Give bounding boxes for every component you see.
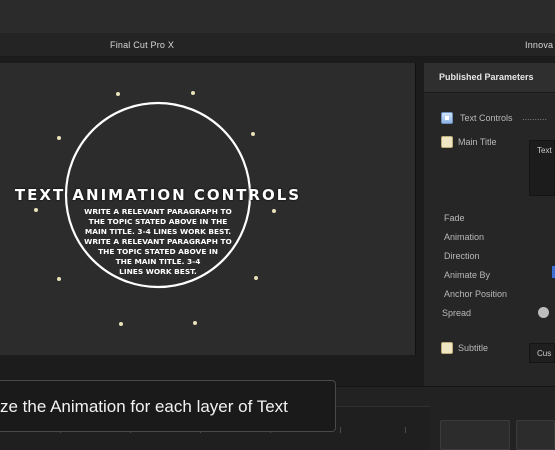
viewer-paragraph: WRITE A RELEVANT PARAGRAPH TO THE TOPIC … [84,207,232,276]
group-checkbox-icon[interactable] [441,112,453,124]
ruler-tick [340,427,341,433]
inspector-header: Published Parameters [424,63,555,93]
viewer-canvas: TEXT ANIMATION CONTROLS WRITE A RELEVANT… [0,63,416,355]
param-spread[interactable]: Spread [424,305,555,323]
param-label: Animate By [444,270,491,280]
param-anchor-position[interactable]: Anchor Position [424,286,555,304]
tab-bar: Final Cut Pro X Innova [0,33,555,57]
param-fade[interactable]: Fade [424,210,555,228]
param-label: Text Controls [460,113,513,123]
text-note-icon [441,342,453,354]
param-label: Direction [444,251,480,261]
param-label: Animation [444,232,485,242]
caption-text: ze the Animation for each layer of Text [0,397,288,416]
param-animate-by[interactable]: Animate By [424,267,555,285]
tab-innova[interactable]: Innova [525,40,553,50]
ruler-tick [405,427,406,433]
param-label: Subtitle [458,343,489,353]
subtitle-text-field[interactable]: Cus [529,343,555,363]
tutorial-caption: ze the Animation for each layer of Text [0,380,336,432]
browser-thumbnail[interactable] [440,420,510,450]
main-title-text-value: Text [537,146,552,155]
viewer-main-title: TEXT ANIMATION CONTROLS [14,186,302,204]
inspector-panel: Published Parameters Text Controls .....… [424,63,555,386]
published-parameters-title: Published Parameters [439,72,534,82]
main-title-text-field[interactable]: Text [529,140,555,196]
browser-thumbnail[interactable] [516,420,555,450]
text-note-icon [441,136,453,148]
param-label: Spread [442,308,472,318]
tab-final-cut-pro-x[interactable]: Final Cut Pro X [110,40,174,50]
param-label: Fade [444,213,465,223]
param-direction[interactable]: Direction [424,248,555,266]
subtitle-text-value: Cus [537,349,552,358]
spread-slider-knob[interactable] [538,307,549,318]
top-bar [0,0,555,33]
param-label: Anchor Position [444,289,508,299]
group-dots: .......... [522,112,548,122]
param-text-controls[interactable]: Text Controls .......... [424,110,555,128]
param-label: Main Title [458,137,497,147]
param-animation[interactable]: Animation [424,229,555,247]
